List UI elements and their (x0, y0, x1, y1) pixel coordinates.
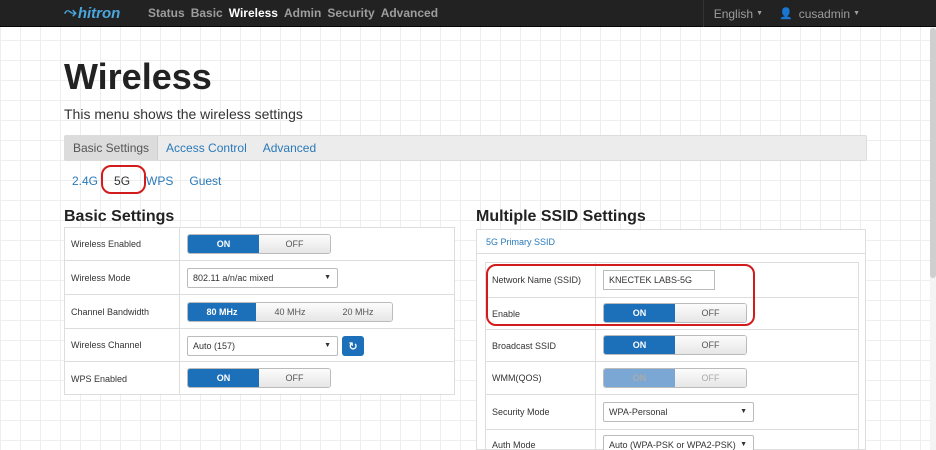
user-name: cusadmin (798, 6, 851, 21)
nav-admin[interactable]: Admin (284, 6, 321, 20)
nav-right: English ▼ 👤 cusadmin ▼ (702, 0, 936, 27)
annotation-circle-ssid (486, 264, 755, 326)
subtab-2-4g[interactable]: 2.4G (64, 174, 106, 188)
row-wps-enabled: WPS Enabled ON OFF (65, 362, 454, 395)
wireless-enabled-off[interactable]: OFF (259, 235, 330, 253)
tab-access-control[interactable]: Access Control (158, 136, 255, 160)
wireless-channel-label: Wireless Channel (65, 329, 180, 361)
row-broadcast-ssid: Broadcast SSID ON OFF (486, 330, 858, 362)
tab-advanced[interactable]: Advanced (255, 136, 324, 160)
language-dropdown[interactable]: English ▼ (702, 0, 773, 27)
auth-mode-value: Auto (WPA-PSK or WPA2-PSK) (609, 440, 736, 450)
settings-tabs: Basic Settings Access Control Advanced (64, 135, 867, 161)
wireless-channel-value: Auto (157) (193, 341, 236, 351)
multiple-ssid-panel: 5G Primary SSID Network Name (SSID) KNEC… (476, 229, 866, 450)
wireless-enabled-toggle[interactable]: ON OFF (187, 234, 331, 254)
bandwidth-20mhz[interactable]: 20 MHz (324, 303, 392, 321)
wmm-qos-label: WMM(QOS) (486, 362, 596, 394)
wireless-channel-select[interactable]: Auto (157) ▼ (187, 336, 338, 356)
security-mode-value: WPA-Personal (609, 407, 668, 417)
language-label: English (713, 6, 754, 21)
auth-mode-select[interactable]: Auto (WPA-PSK or WPA2-PSK) ▼ (603, 435, 754, 450)
hitron-swirl-icon: ⤳ (64, 4, 77, 21)
scrollbar-thumb[interactable] (930, 28, 936, 278)
primary-ssid-heading[interactable]: 5G Primary SSID (477, 230, 865, 254)
wireless-enabled-label: Wireless Enabled (65, 228, 180, 260)
brand-logo[interactable]: ⤳ hitron (64, 4, 120, 22)
nav-advanced[interactable]: Advanced (381, 6, 438, 20)
broadcast-ssid-on[interactable]: ON (604, 336, 675, 354)
row-auth-mode: Auth Mode Auto (WPA-PSK or WPA2-PSK) ▼ (486, 430, 858, 450)
annotation-circle-5g (101, 165, 146, 194)
main-nav: Status Basic Wireless Admin Security Adv… (148, 6, 444, 20)
bandwidth-80mhz[interactable]: 80 MHz (188, 303, 256, 321)
top-navbar: ⤳ hitron Status Basic Wireless Admin Sec… (0, 0, 936, 27)
nav-security[interactable]: Security (327, 6, 374, 20)
multiple-ssid-title: Multiple SSID Settings (476, 208, 646, 225)
security-mode-label: Security Mode (486, 395, 596, 429)
nav-wireless[interactable]: Wireless (229, 6, 278, 20)
wireless-mode-label: Wireless Mode (65, 261, 180, 294)
nav-basic[interactable]: Basic (191, 6, 223, 20)
caret-down-icon: ▼ (324, 274, 331, 281)
wmm-qos-off: OFF (675, 369, 746, 387)
nav-status[interactable]: Status (148, 6, 185, 20)
row-wireless-enabled: Wireless Enabled ON OFF (65, 228, 454, 261)
page-description: This menu shows the wireless settings (64, 106, 303, 122)
wmm-qos-on: ON (604, 369, 675, 387)
user-icon: 👤 (779, 8, 793, 20)
brand-name: hitron (77, 4, 121, 22)
caret-down-icon: ▼ (740, 441, 747, 448)
security-mode-select[interactable]: WPA-Personal ▼ (603, 402, 754, 422)
wireless-enabled-on[interactable]: ON (188, 235, 259, 253)
broadcast-ssid-label: Broadcast SSID (486, 330, 596, 361)
refresh-icon: ↻ (348, 340, 358, 353)
caret-down-icon: ▼ (853, 10, 860, 17)
wmm-qos-toggle: ON OFF (603, 368, 747, 388)
wps-enabled-on[interactable]: ON (188, 369, 259, 387)
row-wmm-qos: WMM(QOS) ON OFF (486, 362, 858, 395)
subtab-guest[interactable]: Guest (181, 174, 229, 188)
row-security-mode: Security Mode WPA-Personal ▼ (486, 395, 858, 430)
broadcast-ssid-off[interactable]: OFF (675, 336, 746, 354)
page-title: Wireless (64, 56, 212, 97)
channel-bandwidth-group[interactable]: 80 MHz 40 MHz 20 MHz (187, 302, 393, 322)
wireless-mode-value: 802.11 a/n/ac mixed (193, 273, 274, 283)
row-wireless-channel: Wireless Channel Auto (157) ▼ ↻ (65, 329, 454, 362)
wireless-mode-select[interactable]: 802.11 a/n/ac mixed ▼ (187, 268, 338, 288)
auth-mode-label: Auth Mode (486, 430, 596, 450)
refresh-channel-button[interactable]: ↻ (342, 336, 364, 356)
bandwidth-40mhz[interactable]: 40 MHz (256, 303, 324, 321)
wps-enabled-off[interactable]: OFF (259, 369, 330, 387)
basic-settings-panel: Wireless Enabled ON OFF Wireless Mode 80… (64, 227, 455, 395)
band-subtabs: 2.4G 5G WPS Guest (64, 170, 229, 192)
caret-down-icon: ▼ (740, 408, 747, 415)
tab-basic-settings[interactable]: Basic Settings (65, 136, 159, 160)
row-wireless-mode: Wireless Mode 802.11 a/n/ac mixed ▼ (65, 261, 454, 295)
row-channel-bandwidth: Channel Bandwidth 80 MHz 40 MHz 20 MHz (65, 295, 454, 329)
user-menu[interactable]: 👤 cusadmin ▼ (773, 0, 936, 27)
wps-enabled-toggle[interactable]: ON OFF (187, 368, 331, 388)
channel-bandwidth-label: Channel Bandwidth (65, 295, 180, 328)
wps-enabled-label: WPS Enabled (65, 362, 180, 395)
basic-settings-title: Basic Settings (64, 208, 175, 225)
broadcast-ssid-toggle[interactable]: ON OFF (603, 335, 747, 355)
caret-down-icon: ▼ (756, 10, 763, 17)
caret-down-icon: ▼ (324, 342, 331, 349)
